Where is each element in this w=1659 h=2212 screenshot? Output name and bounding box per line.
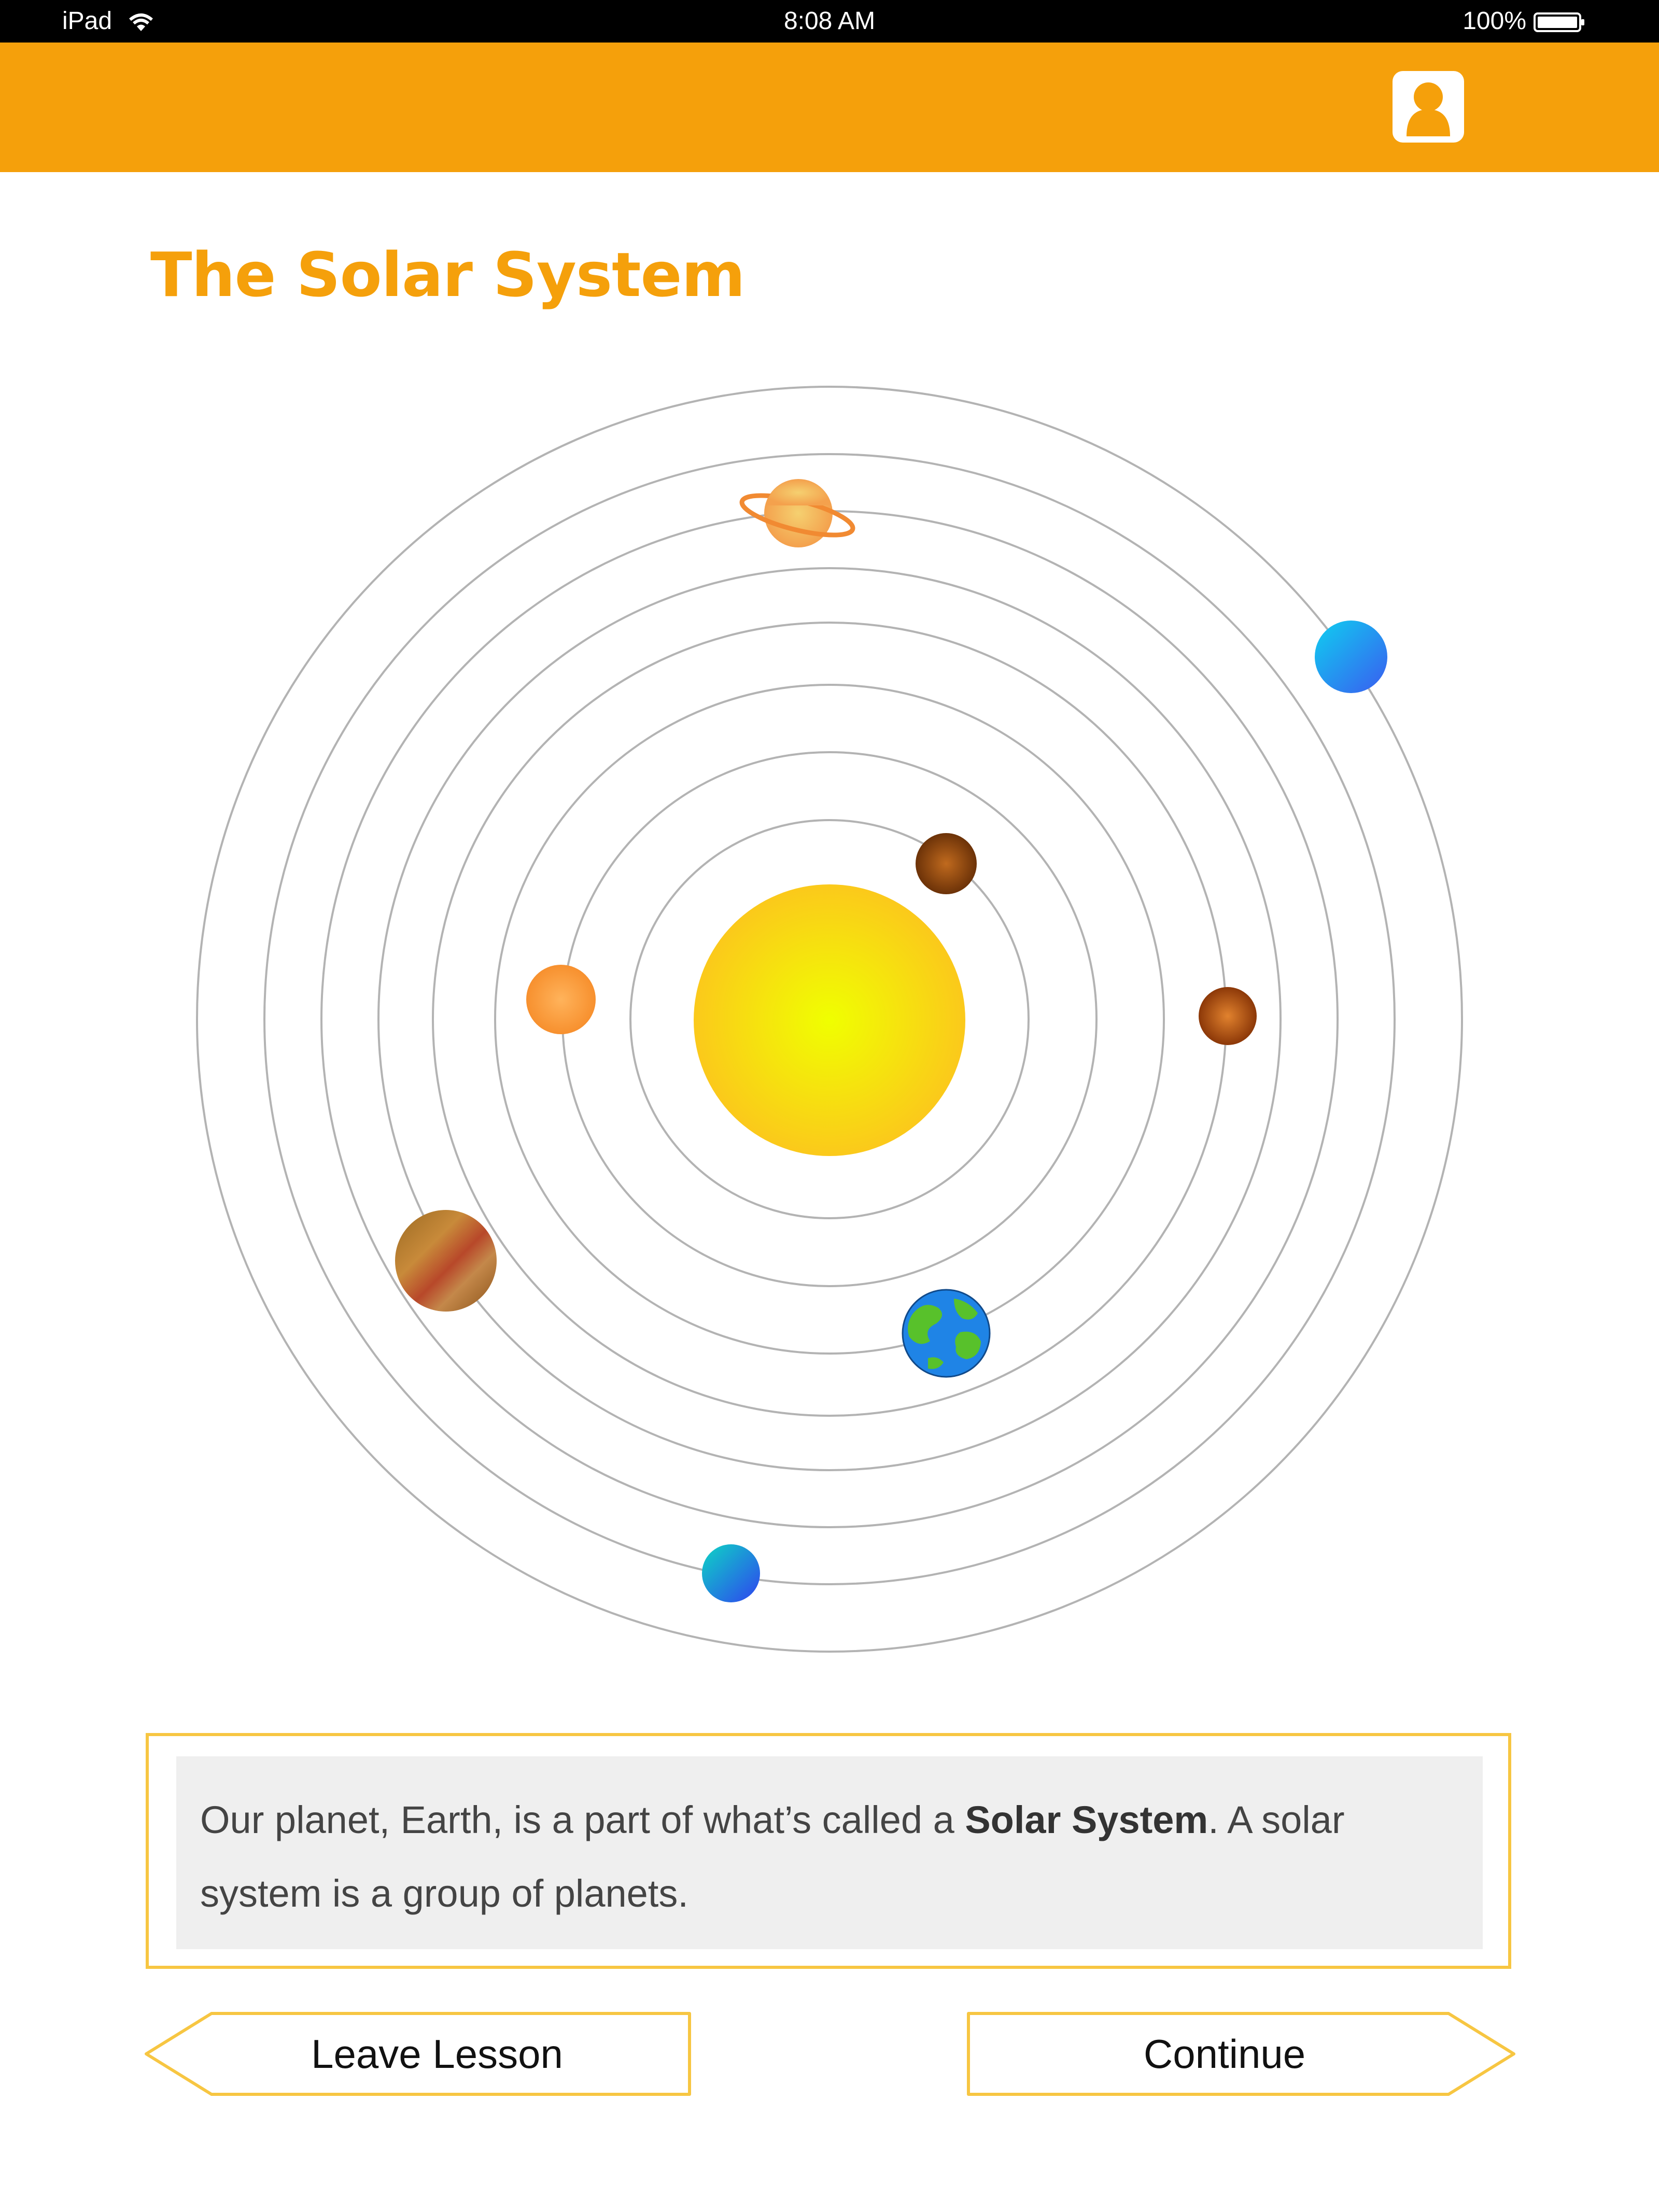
orbit-ring (561, 751, 1098, 1287)
planet-uranus (1315, 621, 1387, 693)
info-text-start: Our planet, Earth, is a part of what’s c… (200, 1798, 965, 1841)
battery-icon (1534, 12, 1584, 32)
leave-lesson-button[interactable]: Leave Lesson (144, 2011, 693, 2096)
orbit-ring (494, 684, 1165, 1355)
orbit-ring (263, 453, 1396, 1585)
continue-label: Continue (1143, 2031, 1306, 2077)
planet-earth (902, 1289, 991, 1378)
orbit-ring (196, 386, 1463, 1653)
planet-jupiter (395, 1210, 497, 1312)
planet-saturn (739, 479, 855, 547)
status-bar: iPad 8:08 AM 100% (0, 0, 1659, 43)
orbit-rings (196, 386, 1463, 1653)
user-profile-icon (1407, 82, 1450, 136)
planet-mars (1199, 987, 1257, 1045)
orbit-ring (629, 819, 1030, 1219)
planet-mercury (916, 833, 977, 894)
planet-venus (526, 965, 596, 1034)
profile-button[interactable] (1393, 71, 1464, 143)
clock-time: 8:08 AM (783, 7, 876, 35)
leave-lesson-label: Leave Lesson (311, 2031, 563, 2077)
continue-button[interactable]: Continue (965, 2011, 1516, 2096)
info-text-term: Solar System (965, 1798, 1208, 1841)
planet-neptune (702, 1544, 760, 1602)
info-text: Our planet, Earth, is a part of what’s c… (176, 1756, 1483, 1949)
page-title: The Solar System (150, 239, 746, 311)
battery-percent: 100% (1463, 7, 1526, 35)
app-header (0, 43, 1659, 172)
orbit-ring (377, 567, 1282, 1471)
sun (694, 884, 965, 1156)
orbit-ring (320, 510, 1339, 1528)
orbit-ring (432, 622, 1227, 1417)
